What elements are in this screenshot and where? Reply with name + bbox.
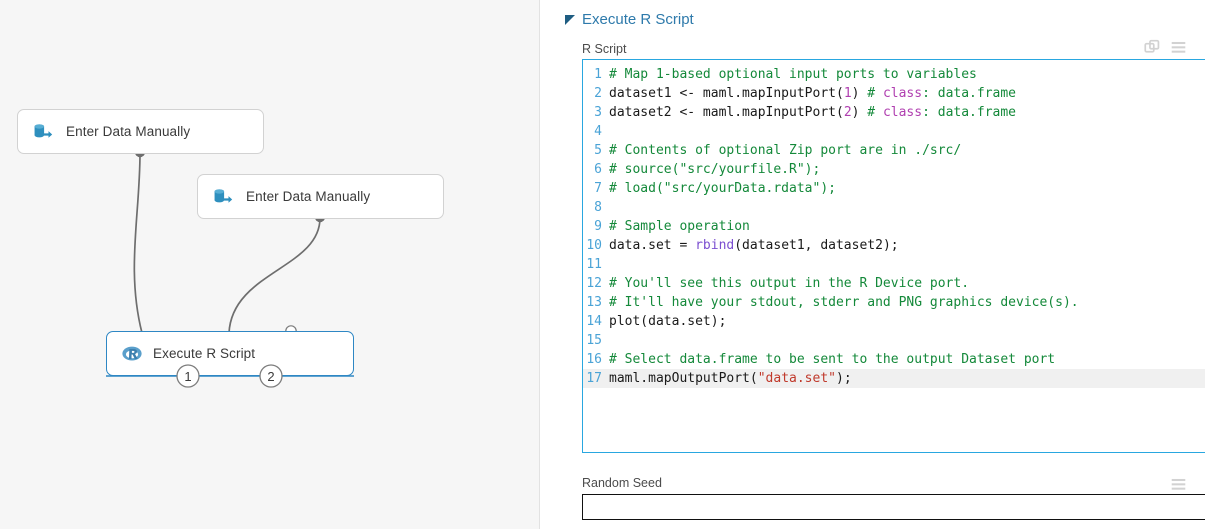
code-line[interactable]: 2 dataset1 <- maml.mapInputPort(1) # clas… (583, 84, 1205, 103)
connector-path (133, 152, 143, 334)
canvas-node-enter-data-manually-2[interactable]: Enter Data Manually (197, 174, 444, 219)
database-export-icon (214, 188, 233, 203)
line-number: 2 (594, 86, 602, 101)
line-number: 9 (594, 219, 602, 234)
line-number: 4 (594, 124, 602, 139)
line-number: 11 (586, 257, 602, 272)
connector-path (228, 217, 321, 334)
line-number: 7 (594, 181, 602, 196)
code-text: # Map 1-based optional input ports to va… (609, 67, 977, 82)
code-text: # Contents of optional Zip port are in .… (609, 143, 962, 158)
code-line[interactable]: 17 maml.mapOutputPort("data.set"); (583, 369, 1205, 388)
line-number: 16 (586, 352, 602, 367)
line-number: 14 (586, 314, 602, 329)
line-number: 3 (594, 105, 602, 120)
line-number: 10 (586, 238, 602, 253)
line-number: 1 (594, 67, 602, 82)
workflow-editor: Enter Data Manually Enter Data Manually … (0, 0, 1205, 529)
code-text: data.set = rbind(dataset1, dataset2); (609, 238, 899, 253)
code-line[interactable]: 8 (583, 198, 1205, 217)
random-seed-label: Random Seed (582, 476, 662, 490)
code-line[interactable]: 13 # It'll have your stdout, stderr and P… (583, 293, 1205, 312)
line-number: 15 (586, 333, 602, 348)
triangle-collapse-icon[interactable] (565, 14, 575, 25)
code-text: plot(data.set); (609, 314, 727, 329)
connector-layer (133, 146, 326, 341)
code-line[interactable]: 1 # Map 1-based optional input ports to v… (583, 65, 1205, 84)
canvas-node-enter-data-manually-1[interactable]: Enter Data Manually (17, 109, 264, 154)
code-text: # Sample operation (609, 219, 750, 234)
code-line[interactable]: 12 # You'll see this output in the R Devi… (583, 274, 1205, 293)
menu-icon[interactable] (1170, 39, 1187, 56)
line-number: 6 (594, 162, 602, 177)
node-label: Enter Data Manually (66, 124, 191, 139)
random-seed-input[interactable] (582, 494, 1205, 520)
code-text: maml.mapOutputPort("data.set"); (609, 371, 852, 386)
code-text: dataset1 <- maml.mapInputPort(1) # class… (609, 86, 1017, 101)
code-line[interactable]: 3 dataset2 <- maml.mapInputPort(2) # clas… (583, 103, 1205, 122)
properties-panel: Execute R Script R Script 1 # Map 1-based… (540, 0, 1205, 529)
code-text: # Select data.frame to be sent to the ou… (609, 352, 1056, 367)
output-port-2-label: 2 (267, 369, 274, 384)
copy-icon[interactable] (1144, 39, 1161, 56)
output-port-1-label: 1 (184, 369, 191, 384)
code-text: # source("src/yourfile.R"); (609, 162, 821, 177)
code-line[interactable]: 15 (583, 331, 1205, 350)
code-text: dataset2 <- maml.mapInputPort(2) # class… (609, 105, 1017, 120)
node-output-ports[interactable]: 1 2 (106, 360, 354, 394)
line-number: 5 (594, 143, 602, 158)
r-script-editor[interactable]: 1 # Map 1-based optional input ports to v… (582, 59, 1205, 453)
workflow-canvas[interactable]: Enter Data Manually Enter Data Manually … (0, 0, 540, 529)
line-number: 17 (586, 371, 602, 386)
node-label: Execute R Script (153, 346, 256, 361)
script-header-icons (1144, 39, 1187, 56)
code-text: # load("src/yourData.rdata"); (609, 181, 836, 196)
page-title: Execute R Script (582, 11, 694, 28)
line-number: 8 (594, 200, 602, 215)
code-line[interactable]: 9 # Sample operation (583, 217, 1205, 236)
code-text: # You'll see this output in the R Device… (609, 276, 970, 291)
database-export-icon (34, 123, 53, 138)
menu-icon[interactable] (1170, 476, 1187, 493)
code-line[interactable]: 14 plot(data.set); (583, 312, 1205, 331)
line-number: 12 (586, 276, 602, 291)
code-line[interactable]: 5 # Contents of optional Zip port are in … (583, 141, 1205, 160)
code-line[interactable]: 11 (583, 255, 1205, 274)
r-script-label: R Script (582, 42, 627, 56)
code-line[interactable]: 16 # Select data.frame to be sent to the … (583, 350, 1205, 369)
code-lines[interactable]: 1 # Map 1-based optional input ports to v… (583, 60, 1205, 388)
code-line[interactable]: 4 (583, 122, 1205, 141)
code-line[interactable]: 10 data.set = rbind(dataset1, dataset2); (583, 236, 1205, 255)
code-line[interactable]: 6 # source("src/yourfile.R"); (583, 160, 1205, 179)
code-text: # It'll have your stdout, stderr and PNG… (609, 295, 1079, 310)
line-number: 13 (586, 295, 602, 310)
code-line[interactable]: 7 # load("src/yourData.rdata"); (583, 179, 1205, 198)
panel-title-row[interactable]: Execute R Script (565, 11, 694, 28)
node-label: Enter Data Manually (246, 189, 371, 204)
